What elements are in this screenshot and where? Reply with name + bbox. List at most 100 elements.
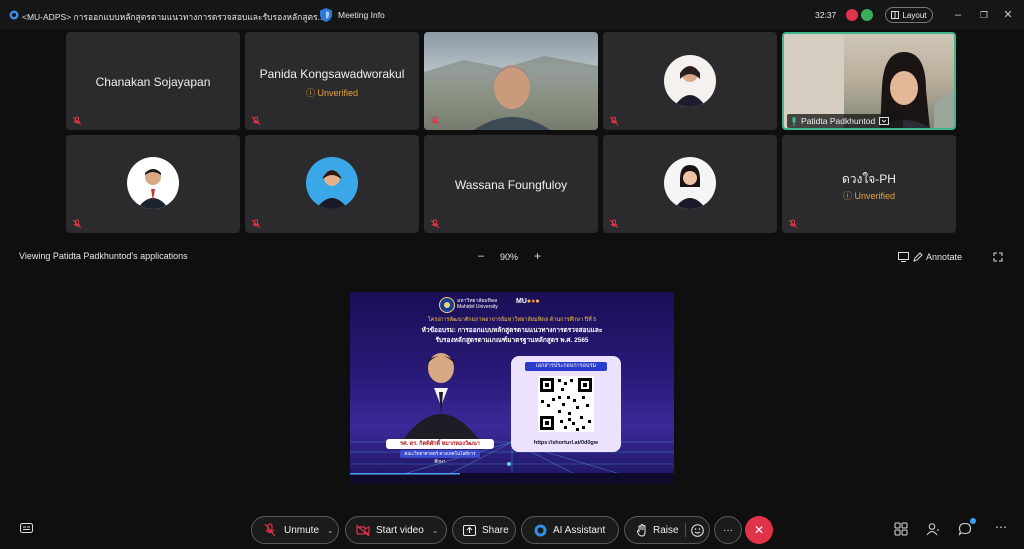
participant-name: Panida Kongsawadworakul [259, 67, 405, 81]
qr-card: เอกสารประกอบการอบรม https://shorturl.at/… [511, 356, 621, 452]
restore-icon[interactable]: ❐ [978, 9, 990, 21]
mic-muted-icon [72, 116, 82, 126]
zoom-out-button[interactable]: – [478, 250, 484, 262]
unmute-label: Unmute [284, 524, 320, 536]
avatar [127, 157, 179, 209]
ai-assistant-icon [534, 524, 547, 536]
participant-video-tile[interactable] [424, 32, 598, 130]
mu-badge-logo: MU●●● [516, 298, 540, 305]
leave-meeting-button[interactable]: ✕ [745, 516, 773, 544]
participant-tile[interactable] [603, 135, 777, 233]
status-icon[interactable] [861, 9, 873, 21]
shorturl-text: https://shorturl.at/0d0gw [533, 440, 599, 446]
more-icon: ··· [723, 524, 733, 536]
minimize-icon[interactable]: – [952, 9, 964, 21]
active-speaker-tile[interactable]: Patidta Padkhuntod [782, 32, 956, 130]
screen-share-icon [879, 117, 890, 125]
mic-muted-icon [430, 219, 440, 229]
title-bar: <MU-ADPS> การออกแบบหลักสูตรตามแนวทางการต… [0, 0, 1024, 30]
more-options-button[interactable]: ··· [714, 516, 742, 544]
notification-dot [970, 518, 976, 524]
topic-line-1: หัวข้ออบรม: การออกแบบหลักสูตรตามแนวทางกา… [421, 327, 603, 334]
annotate-button[interactable]: Annotate [926, 252, 962, 262]
share-screen-icon [463, 524, 476, 536]
mic-active-icon [792, 116, 796, 126]
share-label: Share [482, 524, 509, 536]
participant-tile[interactable] [245, 135, 419, 233]
topic-line-2: รับรองหลักสูตรตามเกณฑ์มาตรฐานหลักสูตร พ.… [435, 337, 589, 344]
meeting-info-button[interactable]: Meeting Info [338, 10, 385, 20]
participant-tile[interactable]: ดวงใจ-PH ⓘ Unverified [782, 135, 956, 233]
close-icon: ✕ [753, 523, 765, 537]
participant-name: Chanakan Sojayapan [95, 75, 211, 89]
participant-name: Wassana Foungfuloy [454, 178, 568, 192]
mic-muted-icon [609, 116, 619, 126]
mic-muted-icon [788, 219, 798, 229]
speaker-label: Patidta Padkhuntod [787, 114, 903, 128]
program-title: โครงการพัฒนาศักยภาพอาจารย์มหาวิทยาลัยมหิ… [427, 317, 597, 323]
video-off-icon [356, 524, 370, 536]
mic-muted-icon [72, 219, 82, 229]
participants-icon[interactable] [926, 522, 940, 536]
layout-button[interactable]: Layout [885, 7, 933, 23]
layout-icon [891, 11, 900, 19]
warning-icon: ⓘ [842, 191, 855, 201]
shared-screen[interactable]: มหาวิทยาลัยมหิดล Mahidol University MU●●… [350, 292, 674, 484]
divider [684, 523, 686, 537]
close-icon[interactable]: ✕ [1002, 9, 1014, 21]
unverified-badge: ⓘ Unverified [305, 88, 359, 98]
layout-label: Layout [902, 10, 927, 20]
start-video-button[interactable]: Start video ⌄ [345, 516, 447, 544]
zoom-level: 90% [500, 252, 519, 262]
mic-muted-icon [251, 219, 261, 229]
participant-tile[interactable]: Chanakan Sojayapan [66, 32, 240, 130]
participant-name: Patidta Padkhuntod [801, 116, 876, 126]
participant-tile[interactable] [603, 32, 777, 130]
raise-hand-icon [637, 523, 646, 537]
mic-muted-icon [430, 116, 440, 126]
unmute-button[interactable]: Unmute ⌄ [251, 516, 339, 544]
annotate-icon[interactable] [913, 252, 923, 262]
participant-name: ดวงใจ-PH [842, 172, 896, 186]
speaker-photo [400, 353, 482, 444]
warning-icon: ⓘ [305, 88, 318, 98]
speaker-role: คณะวิทยาศาสตร์ ควงเทคโนโลยีการศึกษา [400, 450, 480, 464]
ai-assistant-label: AI Assistant [553, 524, 606, 536]
raise-label: Raise [653, 524, 679, 536]
mic-muted-icon [251, 116, 261, 126]
chevron-down-icon[interactable]: ⌄ [327, 526, 334, 535]
unverified-badge: ⓘ Unverified [842, 191, 896, 201]
shield-icon[interactable] [320, 8, 332, 22]
mic-muted-icon [609, 219, 619, 229]
chat-icon[interactable] [958, 522, 972, 536]
qr-title: เอกสารประกอบการอบรม [525, 362, 607, 371]
avatar [664, 55, 716, 107]
raise-button[interactable]: Raise [624, 516, 710, 544]
chat-captions-icon[interactable] [20, 523, 33, 535]
fullscreen-icon[interactable] [993, 252, 1003, 262]
avatar [664, 157, 716, 209]
window-title: <MU-ADPS> การออกแบบหลักสูตรตามแนวทางการต… [22, 12, 325, 22]
avatar [306, 157, 358, 209]
more-icon[interactable]: ⋯ [995, 520, 1007, 534]
pop-out-icon[interactable] [898, 252, 909, 262]
share-button[interactable]: Share [452, 516, 516, 544]
mahidol-logo [439, 297, 455, 313]
participant-tile[interactable]: Wassana Foungfuloy [424, 135, 598, 233]
zoom-in-button[interactable]: + [534, 249, 541, 263]
ai-assistant-button[interactable]: AI Assistant [521, 516, 619, 544]
recording-icon[interactable] [846, 9, 858, 21]
participant-video [424, 56, 598, 130]
meeting-timer: 32:37 [815, 10, 837, 20]
viewing-label: Viewing Patidta Padkhuntod's application… [19, 251, 188, 261]
university-name: มหาวิทยาลัยมหิดล Mahidol University [457, 298, 498, 310]
webex-logo-icon [9, 10, 19, 20]
chevron-down-icon[interactable]: ⌄ [432, 526, 439, 535]
mic-muted-icon [264, 523, 276, 537]
participant-tile[interactable] [66, 135, 240, 233]
qr-code-icon [538, 376, 594, 432]
apps-icon[interactable] [894, 522, 908, 536]
participant-tile[interactable]: Panida Kongsawadworakul ⓘ Unverified [245, 32, 419, 130]
start-video-label: Start video [376, 524, 424, 536]
reaction-icon[interactable] [690, 523, 704, 537]
